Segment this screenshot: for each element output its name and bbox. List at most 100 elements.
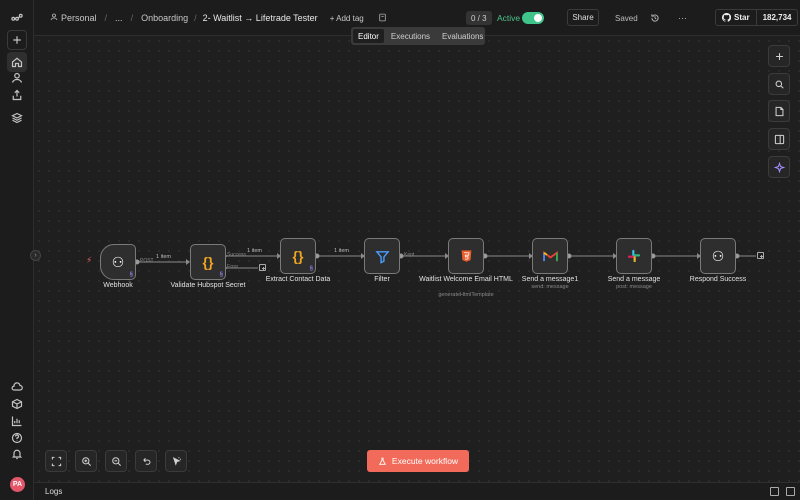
add-node-button[interactable] xyxy=(768,45,790,67)
port-label-kept: Kept xyxy=(404,252,415,258)
logs-expand-icon[interactable] xyxy=(786,487,795,496)
undo-button[interactable] xyxy=(135,450,157,472)
node-filter[interactable] xyxy=(364,238,400,274)
tab-editor[interactable]: Editor xyxy=(353,29,384,43)
active-label-wrap: Active xyxy=(497,0,520,36)
tab-evaluations[interactable]: Evaluations xyxy=(437,29,488,43)
workflow-canvas[interactable]: ⚡ ⚇ § Webhook POST 1 item {} § Validate … xyxy=(34,36,800,482)
sidebar-collapse-chevron-icon[interactable]: › xyxy=(30,250,41,261)
node-label-webhook: Webhook xyxy=(103,282,133,289)
cursor-icon xyxy=(172,456,181,466)
node-badge: § xyxy=(219,272,223,278)
node-badge: § xyxy=(129,272,133,278)
html5-icon xyxy=(461,250,471,262)
view-tabs: Editor Executions Evaluations xyxy=(351,27,485,45)
zoom-out-button[interactable] xyxy=(105,450,127,472)
search-icon xyxy=(775,80,784,89)
fit-view-icon xyxy=(51,456,61,466)
edge-count-label: 1 item xyxy=(156,254,171,260)
github-star-label: Star xyxy=(734,13,750,22)
share-upload-icon[interactable] xyxy=(7,85,27,105)
node-send-a-message1[interactable] xyxy=(532,238,568,274)
github-star-count: 182,734 xyxy=(762,13,792,22)
node-send-a-message[interactable] xyxy=(616,238,652,274)
toggle-panel-button[interactable] xyxy=(768,128,790,150)
breadcrumb: Personal / ... / Onboarding / 2- Waitlis… xyxy=(50,0,387,36)
tidy-up-button[interactable] xyxy=(165,450,187,472)
archive-icon[interactable] xyxy=(378,13,387,24)
slack-icon xyxy=(627,249,641,263)
github-star[interactable]: Star xyxy=(716,10,757,25)
zoom-in-button[interactable] xyxy=(75,450,97,472)
execute-workflow-button[interactable]: Execute workflow xyxy=(367,450,469,472)
sparkle-icon xyxy=(773,161,785,173)
zoom-out-icon xyxy=(111,456,121,466)
add-node-plus-icon[interactable] xyxy=(757,252,764,259)
node-extract-contact-data[interactable]: {} § xyxy=(280,238,316,274)
logs-popout-icon[interactable] xyxy=(770,487,779,496)
saved-status: Saved xyxy=(615,13,638,23)
gmail-icon xyxy=(542,250,558,261)
history-icon[interactable] xyxy=(650,0,660,36)
webhook-icon: ⚇ xyxy=(711,248,725,264)
layers-icon[interactable] xyxy=(7,108,27,128)
node-webhook[interactable]: ⚇ § xyxy=(100,244,136,280)
edge-count-label: 1 item xyxy=(334,248,349,254)
add-node-plus-icon[interactable] xyxy=(259,264,266,271)
more-options-button[interactable]: ··· xyxy=(678,0,687,36)
execute-workflow-label: Execute workflow xyxy=(391,456,459,466)
flask-icon xyxy=(378,457,386,465)
port-label-success: Success xyxy=(227,252,246,258)
node-respond-success[interactable]: ⚇ xyxy=(700,238,736,274)
left-sidebar: PA xyxy=(0,0,34,500)
sticky-note-icon xyxy=(775,106,783,116)
test-evaluations-counter[interactable]: 0 / 3 xyxy=(466,11,492,25)
user-avatar[interactable]: PA xyxy=(10,477,25,492)
breadcrumb-separator: / xyxy=(194,13,197,23)
node-subtitle-slack: post: message xyxy=(616,284,652,290)
search-nodes-button[interactable] xyxy=(768,73,790,95)
trigger-bolt-icon: ⚡ xyxy=(86,255,93,265)
breadcrumb-onboarding[interactable]: Onboarding xyxy=(141,13,188,23)
edge-count-label: 1 item xyxy=(247,248,262,254)
notifications-bell-icon[interactable] xyxy=(7,444,27,464)
breadcrumb-ellipsis[interactable]: ... xyxy=(115,13,123,23)
logs-bar[interactable]: Logs xyxy=(34,482,800,500)
breadcrumb-separator: / xyxy=(104,13,108,23)
github-star-button[interactable]: Star 182,734 xyxy=(715,9,799,26)
ai-assistant-button[interactable] xyxy=(768,156,790,178)
app-window: PA › Personal / ... / Onboarding / 2- Wa… xyxy=(0,0,800,500)
code-braces-icon: {} xyxy=(292,248,304,264)
zoom-in-icon xyxy=(81,456,91,466)
plus-icon xyxy=(775,52,783,60)
active-label: Active xyxy=(497,13,521,23)
saved-wrap: Saved xyxy=(615,0,638,36)
port-label-post: POST xyxy=(140,258,154,264)
person-icon xyxy=(50,13,58,23)
breadcrumb-personal[interactable]: Personal xyxy=(61,13,97,23)
sticky-note-button[interactable] xyxy=(768,100,790,122)
github-icon xyxy=(722,13,731,22)
webhook-icon: ⚇ xyxy=(111,254,125,270)
node-badge: § xyxy=(309,266,313,272)
code-braces-icon: {} xyxy=(202,254,214,270)
node-label-respond: Respond Success xyxy=(689,276,747,283)
share-button[interactable]: Share xyxy=(567,9,599,26)
n8n-logo-icon[interactable] xyxy=(7,8,27,28)
active-toggle[interactable] xyxy=(522,12,544,24)
fit-view-button[interactable] xyxy=(45,450,67,472)
panel-icon xyxy=(774,134,784,144)
node-waitlist-welcome-email-html[interactable] xyxy=(448,238,484,274)
undo-icon xyxy=(142,457,150,465)
node-subtitle-html: generateHtmlTemplate xyxy=(438,292,494,298)
create-plus-icon[interactable] xyxy=(7,30,27,50)
tab-executions[interactable]: Executions xyxy=(386,29,435,43)
logs-label: Logs xyxy=(45,487,63,496)
workflow-name[interactable]: 2- Waitlist → Lifetrade Tester xyxy=(203,13,318,23)
port-label-error: Error xyxy=(227,264,239,270)
node-label-validate: Validate Hubspot Secret xyxy=(170,282,246,289)
breadcrumb-separator: / xyxy=(130,13,134,23)
filter-icon xyxy=(374,250,390,264)
add-tag-button[interactable]: + Add tag xyxy=(330,14,364,23)
node-validate-hubspot-secret[interactable]: {} § xyxy=(190,244,226,280)
